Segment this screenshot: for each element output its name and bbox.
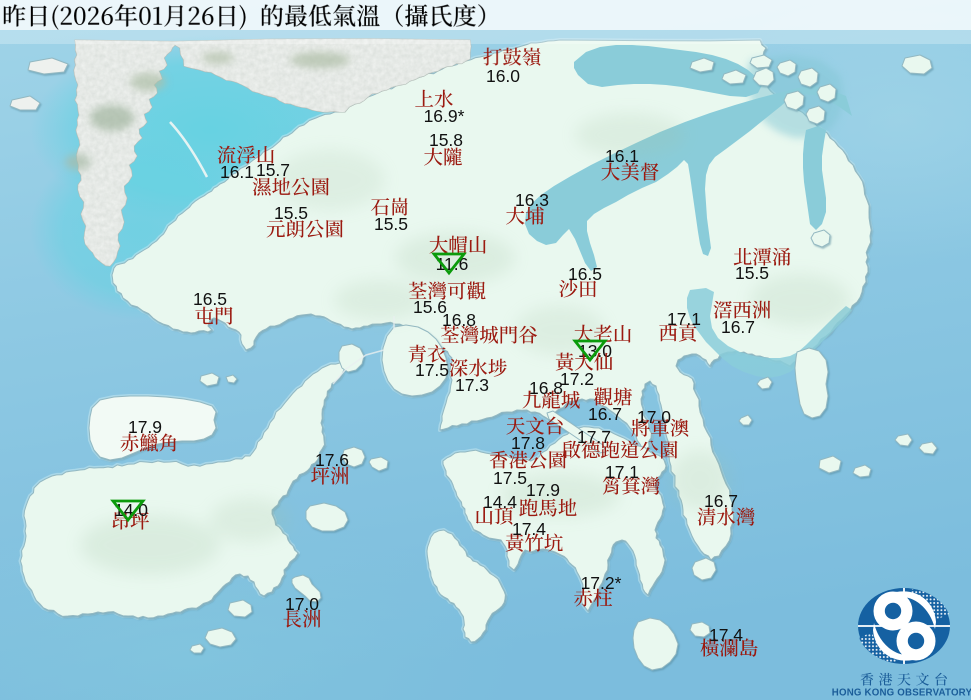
svg-text:17.3: 17.3 (455, 375, 489, 395)
svg-text:15.5: 15.5 (274, 203, 308, 223)
svg-text:16.1: 16.1 (605, 146, 639, 166)
svg-text:17.9: 17.9 (128, 417, 162, 437)
svg-text:17.2*: 17.2* (581, 573, 622, 593)
svg-text:16.7: 16.7 (588, 404, 622, 424)
svg-text:15.8: 15.8 (429, 130, 463, 150)
svg-text:17.0: 17.0 (285, 594, 319, 614)
svg-text:15.5: 15.5 (735, 263, 769, 283)
svg-text:17.5: 17.5 (493, 468, 527, 488)
svg-text:17.9: 17.9 (526, 480, 560, 500)
svg-text:16.9*: 16.9* (424, 106, 465, 126)
svg-text:16.8: 16.8 (529, 378, 563, 398)
svg-text:17.4: 17.4 (512, 519, 546, 539)
svg-text:16.3: 16.3 (515, 190, 549, 210)
svg-text:15.5: 15.5 (374, 214, 408, 234)
svg-text:16.1: 16.1 (220, 162, 254, 182)
svg-text:15.7: 15.7 (256, 160, 290, 180)
svg-text:17.4: 17.4 (709, 625, 743, 645)
svg-text:17.2: 17.2 (560, 369, 594, 389)
svg-text:16.5: 16.5 (568, 264, 602, 284)
svg-text:16.0: 16.0 (486, 66, 520, 86)
svg-text:14.4: 14.4 (483, 492, 517, 512)
svg-text:16.7: 16.7 (721, 317, 755, 337)
svg-text:17.6: 17.6 (315, 450, 349, 470)
svg-text:16.8: 16.8 (442, 310, 476, 330)
svg-text:17.1: 17.1 (667, 309, 701, 329)
svg-text:16.7: 16.7 (704, 491, 738, 511)
svg-text:16.5: 16.5 (193, 289, 227, 309)
svg-text:17.5: 17.5 (415, 360, 449, 380)
svg-text:17.0: 17.0 (637, 407, 671, 427)
svg-text:17.1: 17.1 (605, 462, 639, 482)
svg-text:HONG KONG OBSERVATORY: HONG KONG OBSERVATORY (832, 688, 971, 699)
svg-text:17.8: 17.8 (511, 433, 545, 453)
svg-text:17.7: 17.7 (577, 427, 611, 447)
